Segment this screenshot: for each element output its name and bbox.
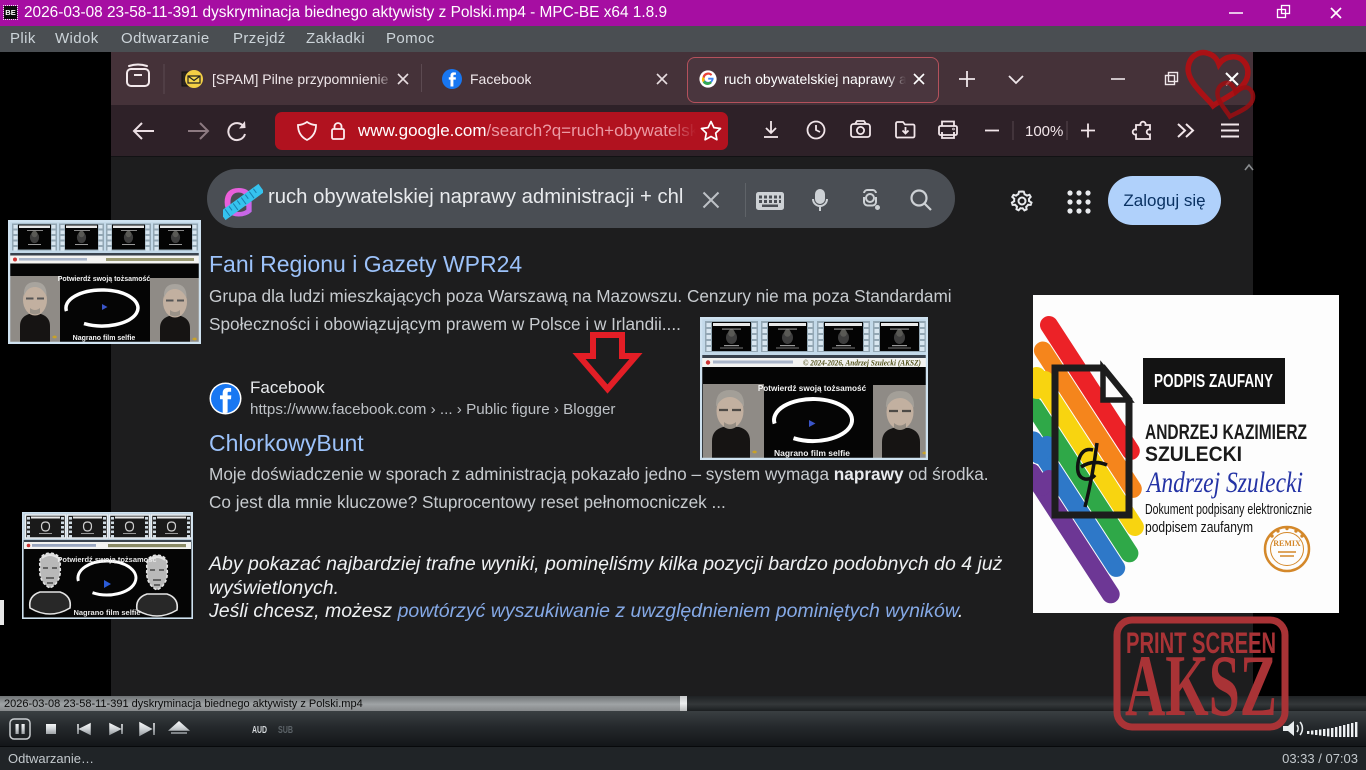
svg-text:PODPIS ZAUFANY: PODPIS ZAUFANY — [1154, 371, 1273, 391]
svg-text:© 2024-2026, Andrzej Szulecki: © 2024-2026, Andrzej Szulecki (AKSZ) — [803, 359, 921, 368]
svg-text:100%: 100% — [1025, 123, 1063, 140]
svg-text:Nagrano film selfie: Nagrano film selfie — [73, 608, 140, 617]
svg-text:Dokument podpisany elektronicz: Dokument podpisany elektronicznie — [1145, 502, 1312, 518]
svg-text:Potwierdź swoją tożsamość: Potwierdź swoją tożsamość — [57, 555, 156, 564]
svg-text:Potwierdź swoją tożsamość: Potwierdź swoją tożsamość — [758, 384, 867, 393]
svg-text:AKSZ: AKSZ — [1125, 638, 1277, 731]
svg-text:Potwierdź swoją tożsamość: Potwierdź swoją tożsamość — [58, 276, 151, 283]
svg-text:AUD: AUD — [252, 724, 267, 736]
svg-text:Nagrano film selfie: Nagrano film selfie — [73, 335, 136, 342]
svg-text:Nagrano film selfie: Nagrano film selfie — [774, 448, 850, 458]
svg-text:REMIX: REMIX — [1273, 539, 1301, 548]
svg-text:podpisem zaufanym: podpisem zaufanym — [1145, 520, 1253, 536]
svg-text:SZULECKI: SZULECKI — [1145, 443, 1242, 466]
svg-text:SUB: SUB — [278, 724, 293, 736]
svg-text:ANDRZEJ KAZIMIERZ: ANDRZEJ KAZIMIERZ — [1145, 421, 1307, 444]
svg-text:Andrzej Szulecki: Andrzej Szulecki — [1145, 466, 1303, 499]
